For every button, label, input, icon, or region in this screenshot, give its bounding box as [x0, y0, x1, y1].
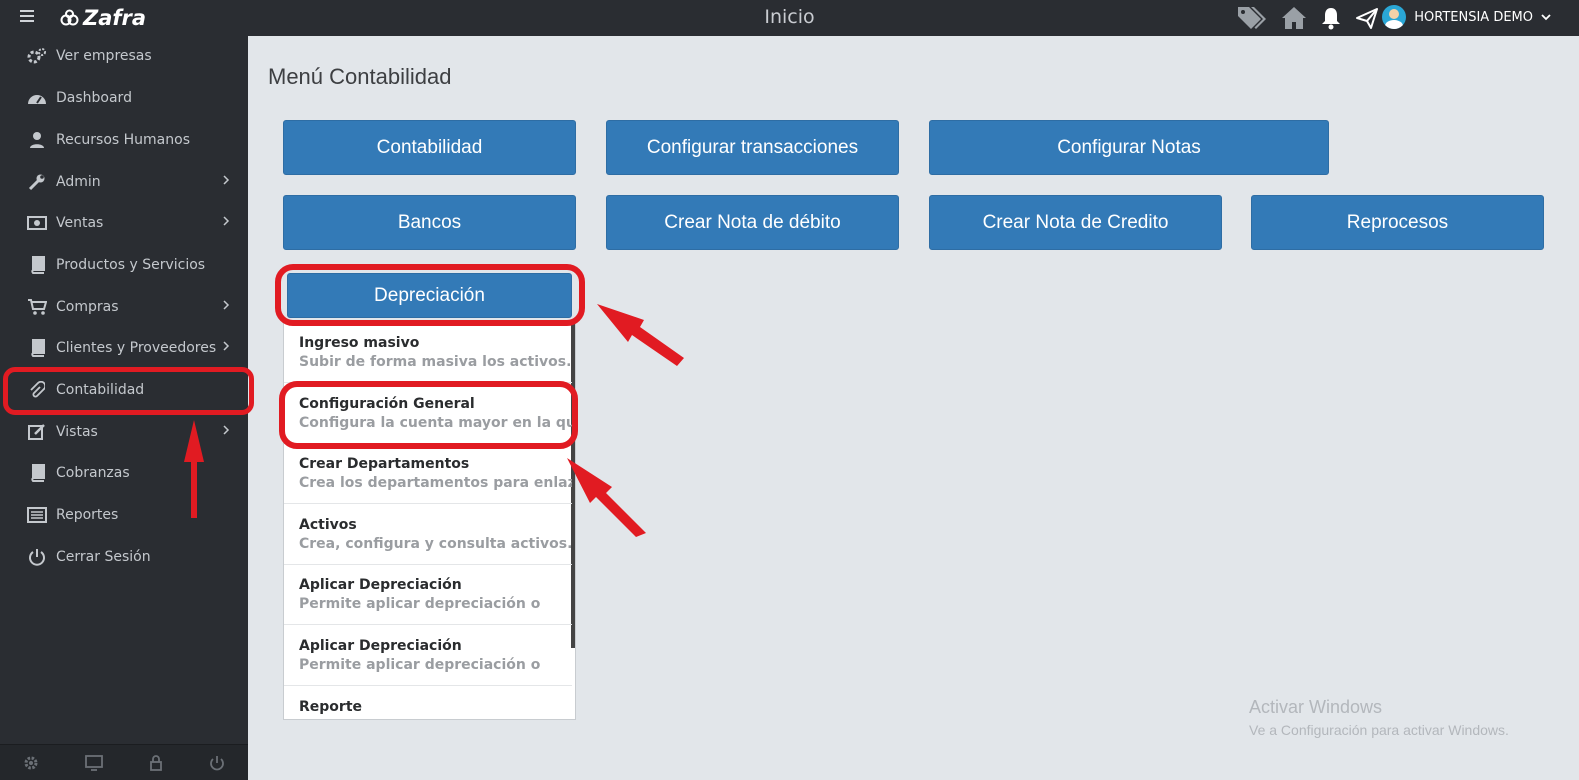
- sidebar-item-reportes[interactable]: Reportes: [0, 496, 248, 534]
- brand-logo[interactable]: Zafra: [60, 6, 146, 30]
- sidebar: Ver empresas Dashboard Recursos Humanos …: [0, 36, 248, 780]
- dropdown-item-crear-departamentos[interactable]: Crear Departamentos Crea los departament…: [284, 444, 572, 504]
- paperclip-icon: [27, 381, 47, 399]
- chevron-right-icon: [223, 300, 230, 310]
- power-icon: [27, 548, 47, 566]
- page-heading: Menú Contabilidad: [268, 64, 452, 89]
- sidebar-item-label: Dashboard: [56, 90, 132, 106]
- dropdown-item-title: Reporte: [299, 699, 363, 715]
- dropdown-item-aplicar-depreciacion[interactable]: Aplicar Depreciación Permite aplicar dep…: [284, 565, 572, 625]
- sidebar-item-ventas[interactable]: Ventas: [0, 204, 248, 242]
- sidebar-item-label: Recursos Humanos: [56, 132, 190, 148]
- dropdown-item-title: Ingreso masivo: [299, 335, 420, 351]
- dropdown-item-title: Aplicar Depreciación: [299, 577, 462, 593]
- contabilidad-button[interactable]: Contabilidad: [283, 120, 576, 175]
- sidebar-item-label: Ventas: [56, 215, 104, 231]
- user-menu[interactable]: HORTENSIA DEMO: [1382, 5, 1551, 29]
- sidebar-footer: [0, 744, 248, 780]
- sidebar-item-compras[interactable]: Compras: [0, 288, 248, 326]
- annotation-arrow-depreciacion: [597, 304, 684, 366]
- power-icon[interactable]: [209, 755, 225, 771]
- bell-icon[interactable]: [1321, 5, 1341, 31]
- configurar-notas-button[interactable]: Configurar Notas: [929, 120, 1329, 175]
- chevron-right-icon: [223, 341, 230, 351]
- cart-icon: [27, 298, 47, 316]
- depreciacion-button[interactable]: Depreciación: [287, 273, 572, 318]
- configurar-transacciones-button[interactable]: Configurar transacciones: [606, 120, 899, 175]
- bancos-button[interactable]: Bancos: [283, 195, 576, 250]
- book-icon: [27, 339, 47, 357]
- dropdown-item-ingreso-masivo[interactable]: Ingreso masivo Subir de forma masiva los…: [284, 323, 572, 383]
- sidebar-item-ver-empresas[interactable]: Ver empresas: [0, 37, 248, 75]
- sidebar-item-label: Admin: [56, 174, 101, 190]
- paper-plane-icon[interactable]: [1355, 6, 1379, 30]
- user-name: HORTENSIA DEMO: [1414, 9, 1533, 25]
- sidebar-item-clientes-proveedores[interactable]: Clientes y Proveedores: [0, 329, 248, 367]
- avatar: [1382, 5, 1407, 29]
- crear-nota-debito-button[interactable]: Crear Nota de débito: [606, 195, 899, 250]
- dropdown-item-desc: Configura la cuenta mayor en la que: [299, 415, 572, 431]
- zafra-logo-icon: [60, 9, 79, 26]
- sidebar-item-cobranzas[interactable]: Cobranzas: [0, 454, 248, 492]
- dropdown-item-title: Configuración General: [299, 396, 475, 412]
- windows-activation-title: Activar Windows: [1249, 697, 1383, 717]
- sidebar-item-vistas[interactable]: Vistas: [0, 413, 248, 451]
- chevron-down-icon: [1541, 14, 1551, 21]
- dropdown-item-configuracion-general[interactable]: Configuración General Configura la cuent…: [284, 384, 572, 444]
- chevron-right-icon: [223, 216, 230, 226]
- reprocesos-button[interactable]: Reprocesos: [1251, 195, 1544, 250]
- chevron-right-icon: [223, 175, 230, 185]
- dashboard-icon: [27, 89, 47, 107]
- sidebar-item-contabilidad[interactable]: Contabilidad: [0, 371, 248, 409]
- sidebar-item-label: Reportes: [56, 507, 119, 523]
- hamburger-menu-icon[interactable]: [20, 10, 34, 22]
- top-bar: Zafra Inicio HORTENSIA DEMO: [0, 0, 1579, 36]
- monitor-icon[interactable]: [85, 754, 103, 771]
- dropdown-item-title: Crear Departamentos: [299, 456, 470, 472]
- dropdown-item-aplicar-depreciacion-2[interactable]: Aplicar Depreciación Permite aplicar dep…: [284, 626, 572, 686]
- book-icon: [27, 464, 47, 482]
- gears-icon: [27, 47, 47, 65]
- sidebar-item-label: Ver empresas: [56, 48, 152, 64]
- dropdown-item-reporte[interactable]: Reporte: [284, 687, 572, 719]
- wrench-icon: [27, 173, 47, 191]
- settings-icon[interactable]: [23, 755, 39, 771]
- sidebar-item-label: Cobranzas: [56, 465, 130, 481]
- home-icon[interactable]: [1281, 5, 1307, 31]
- dropdown-item-desc: Subir de forma masiva los activos.: [299, 354, 572, 370]
- dropdown-item-desc: Permite aplicar depreciación o: [299, 596, 541, 612]
- dropdown-item-desc: Permite aplicar depreciación o: [299, 657, 541, 673]
- depreciacion-dropdown: Ingreso masivo Subir de forma masiva los…: [283, 322, 576, 720]
- sidebar-item-label: Productos y Servicios: [56, 257, 206, 273]
- edit-icon: [27, 423, 47, 441]
- dropdown-item-title: Activos: [299, 517, 357, 533]
- dropdown-item-title: Aplicar Depreciación: [299, 638, 462, 654]
- sidebar-item-label: Contabilidad: [56, 382, 145, 398]
- list-icon: [27, 506, 47, 524]
- chevron-right-icon: [223, 425, 230, 435]
- dropdown-item-desc: Crea, configura y consulta activos.: [299, 536, 572, 552]
- sidebar-item-label: Cerrar Sesión: [56, 549, 151, 565]
- sidebar-item-productos-servicios[interactable]: Productos y Servicios: [0, 246, 248, 284]
- lock-icon[interactable]: [149, 754, 163, 771]
- user-icon: [27, 131, 47, 149]
- crear-nota-credito-button[interactable]: Crear Nota de Credito: [929, 195, 1222, 250]
- money-icon: [27, 214, 47, 232]
- tags-icon[interactable]: [1235, 4, 1267, 32]
- sidebar-item-label: Compras: [56, 299, 119, 315]
- windows-activation-subtitle: Ve a Configuración para activar Windows.: [1249, 722, 1509, 738]
- book-icon: [27, 256, 47, 274]
- sidebar-item-admin[interactable]: Admin: [0, 163, 248, 201]
- sidebar-item-dashboard[interactable]: Dashboard: [0, 79, 248, 117]
- sidebar-item-label: Clientes y Proveedores: [56, 340, 217, 356]
- sidebar-item-recursos-humanos[interactable]: Recursos Humanos: [0, 121, 248, 159]
- sidebar-item-label: Vistas: [56, 424, 98, 440]
- dropdown-item-activos[interactable]: Activos Crea, configura y consulta activ…: [284, 505, 572, 565]
- brand-name: Zafra: [83, 6, 147, 30]
- sidebar-item-cerrar-sesion[interactable]: Cerrar Sesión: [0, 538, 248, 576]
- dropdown-item-desc: Crea los departamentos para enlazar: [299, 475, 572, 491]
- annotation-arrow-configuracion: [567, 458, 646, 537]
